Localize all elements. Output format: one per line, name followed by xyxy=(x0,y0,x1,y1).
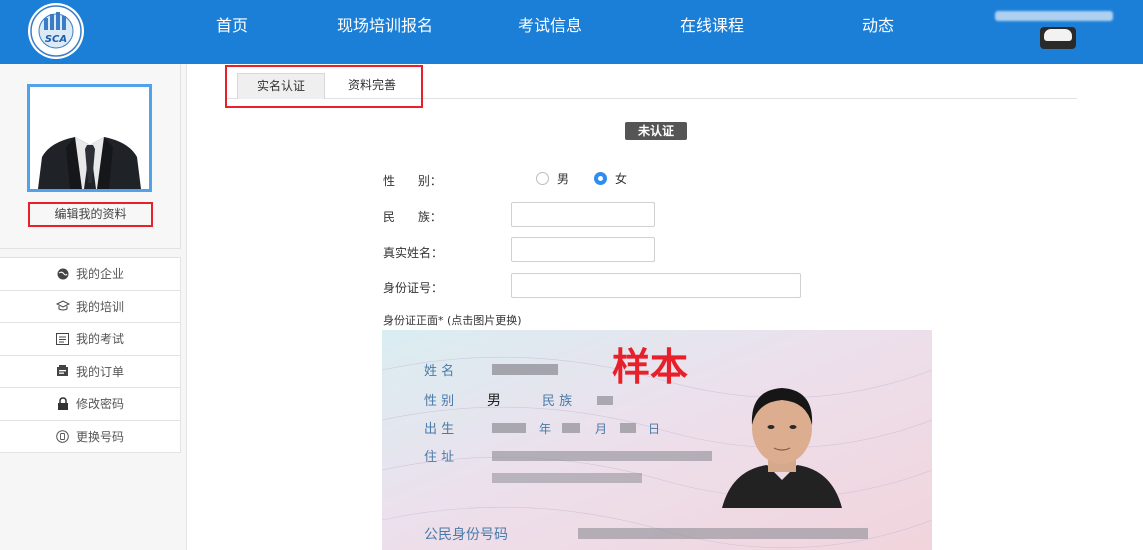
lock-icon xyxy=(56,397,70,411)
sidebar-item-label: 我的订单 xyxy=(75,364,124,379)
card-address-label: 住 址 xyxy=(424,450,454,465)
gender-option-female[interactable]: 女 xyxy=(594,170,627,187)
ethnicity-input[interactable] xyxy=(511,202,655,227)
nav-news[interactable]: 动态 xyxy=(862,16,894,36)
status-badge: 未认证 xyxy=(625,122,687,140)
card-ethnicity-label: 民 族 xyxy=(542,393,572,409)
tab-complete-profile[interactable]: 资料完善 xyxy=(337,73,407,99)
id-number-label: 身份证号： xyxy=(383,281,444,295)
sidebar-item-label: 更换号码 xyxy=(75,429,124,444)
sidebar-item-label: 我的培训 xyxy=(75,299,124,314)
gender-option-male[interactable]: 男 xyxy=(536,170,569,187)
id-front-caption: 身份证正面* (点击图片更换) xyxy=(383,314,522,327)
sidebar-item-label: 我的企业 xyxy=(75,267,124,282)
svg-text:SCA: SCA xyxy=(45,34,67,45)
nav-home[interactable]: 首页 xyxy=(216,16,248,36)
phone-icon xyxy=(56,429,70,443)
sidebar-menu: 我的企业 我的培训 我的考试 我的订单 修改密码 更换号码 xyxy=(0,257,181,453)
sidebar: 编辑我的资料 我的企业 我的培训 我的考试 我的订单 修改密码 更换号码 xyxy=(0,64,187,550)
user-avatar[interactable] xyxy=(1040,27,1076,49)
order-icon xyxy=(56,364,70,378)
sidebar-item-my-training[interactable]: 我的培训 xyxy=(0,290,181,323)
card-name-blur xyxy=(492,364,558,375)
gender-label: 性 别： xyxy=(383,174,442,188)
real-name-label: 真实姓名： xyxy=(383,246,444,260)
card-month: 月 xyxy=(595,422,607,436)
ethnicity-label: 民 族： xyxy=(383,210,442,224)
nav-online-courses[interactable]: 在线课程 xyxy=(680,16,744,36)
globe-icon xyxy=(56,267,70,281)
radio-female[interactable] xyxy=(594,172,607,185)
sidebar-item-my-enterprise[interactable]: 我的企业 xyxy=(0,258,181,291)
nav-exam-info[interactable]: 考试信息 xyxy=(518,16,582,36)
nav-training-signup[interactable]: 现场培训报名 xyxy=(337,16,433,36)
radio-male[interactable] xyxy=(536,172,549,185)
sidebar-item-my-orders[interactable]: 我的订单 xyxy=(0,355,181,388)
top-nav-bar: SCA 首页 现场培训报名 考试信息 在线课程 动态 xyxy=(0,0,1143,64)
card-day: 日 xyxy=(648,422,660,436)
card-idnum-label: 公民身份号码 xyxy=(424,527,508,543)
sidebar-item-my-exam[interactable]: 我的考试 xyxy=(0,323,181,356)
sidebar-item-change-number[interactable]: 更换号码 xyxy=(0,420,181,453)
card-name-label: 姓 名 xyxy=(424,363,454,379)
gender-male-label: 男 xyxy=(557,172,570,186)
card-gender-label: 性 别 xyxy=(424,394,454,409)
card-year: 年 xyxy=(539,422,551,436)
real-name-input[interactable] xyxy=(511,237,655,262)
main-content: 实名认证 资料完善 未认证 性 别： 男 女 民 族： 真实姓名： 身份证号： … xyxy=(187,64,1143,550)
tab-real-name-auth[interactable]: 实名认证 xyxy=(237,73,325,99)
sidebar-item-label: 修改密码 xyxy=(75,397,124,412)
username-blurred[interactable] xyxy=(995,11,1113,21)
id-number-input[interactable] xyxy=(511,273,801,298)
sample-watermark: 样本 xyxy=(612,345,688,389)
profile-card: 编辑我的资料 xyxy=(0,64,181,249)
gender-female-label: 女 xyxy=(615,172,628,186)
training-icon xyxy=(55,299,70,313)
card-birth-label: 出 生 xyxy=(424,422,454,437)
sca-logo[interactable]: SCA xyxy=(10,0,102,62)
id-card-front-image[interactable]: 姓 名 性 别 男 民 族 出 生 年 月 日 住 址 公民身份号码 样本 xyxy=(382,330,932,550)
edit-profile-button[interactable]: 编辑我的资料 xyxy=(28,202,153,227)
sidebar-item-change-password[interactable]: 修改密码 xyxy=(0,388,181,421)
profile-photo[interactable] xyxy=(27,84,152,192)
exam-icon xyxy=(56,332,70,346)
sidebar-item-label: 我的考试 xyxy=(75,332,124,347)
card-gender-value: 男 xyxy=(487,393,501,409)
